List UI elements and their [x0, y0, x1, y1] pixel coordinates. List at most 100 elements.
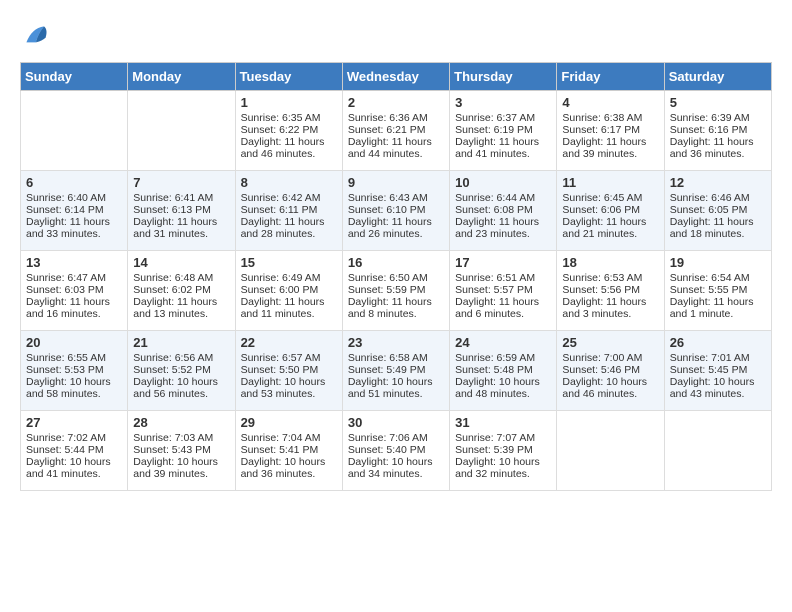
- calendar-cell: 5Sunrise: 6:39 AMSunset: 6:16 PMDaylight…: [664, 91, 771, 171]
- daylight-text: Daylight: 11 hours and 26 minutes.: [348, 216, 444, 240]
- calendar-cell: [128, 91, 235, 171]
- day-number: 17: [455, 255, 551, 270]
- sunrise-text: Sunrise: 6:35 AM: [241, 112, 337, 124]
- day-number: 19: [670, 255, 766, 270]
- sunrise-text: Sunrise: 6:42 AM: [241, 192, 337, 204]
- sunrise-text: Sunrise: 6:46 AM: [670, 192, 766, 204]
- day-number: 14: [133, 255, 229, 270]
- column-header-tuesday: Tuesday: [235, 63, 342, 91]
- header-row: SundayMondayTuesdayWednesdayThursdayFrid…: [21, 63, 772, 91]
- sunset-text: Sunset: 5:53 PM: [26, 364, 122, 376]
- sunrise-text: Sunrise: 6:51 AM: [455, 272, 551, 284]
- daylight-text: Daylight: 11 hours and 21 minutes.: [562, 216, 658, 240]
- logo: [20, 20, 56, 52]
- calendar-cell: 16Sunrise: 6:50 AMSunset: 5:59 PMDayligh…: [342, 251, 449, 331]
- page-header: [20, 20, 772, 52]
- sunset-text: Sunset: 6:02 PM: [133, 284, 229, 296]
- day-number: 9: [348, 175, 444, 190]
- sunrise-text: Sunrise: 6:59 AM: [455, 352, 551, 364]
- column-header-monday: Monday: [128, 63, 235, 91]
- day-number: 30: [348, 415, 444, 430]
- calendar-cell: 31Sunrise: 7:07 AMSunset: 5:39 PMDayligh…: [450, 411, 557, 491]
- calendar-cell: 3Sunrise: 6:37 AMSunset: 6:19 PMDaylight…: [450, 91, 557, 171]
- calendar-week-3: 13Sunrise: 6:47 AMSunset: 6:03 PMDayligh…: [21, 251, 772, 331]
- calendar-cell: 17Sunrise: 6:51 AMSunset: 5:57 PMDayligh…: [450, 251, 557, 331]
- daylight-text: Daylight: 11 hours and 39 minutes.: [562, 136, 658, 160]
- calendar-cell: [557, 411, 664, 491]
- daylight-text: Daylight: 11 hours and 3 minutes.: [562, 296, 658, 320]
- day-number: 24: [455, 335, 551, 350]
- day-number: 29: [241, 415, 337, 430]
- calendar-cell: 28Sunrise: 7:03 AMSunset: 5:43 PMDayligh…: [128, 411, 235, 491]
- calendar-cell: 14 Sunrise: 6:48 AMSunset: 6:02 PMDayligh…: [128, 251, 235, 331]
- daylight-text: Daylight: 11 hours and 33 minutes.: [26, 216, 122, 240]
- sunset-text: Sunset: 6:08 PM: [455, 204, 551, 216]
- daylight-text: Daylight: 11 hours and 46 minutes.: [241, 136, 337, 160]
- daylight-text: Daylight: 10 hours and 56 minutes.: [133, 376, 229, 400]
- day-number: 5: [670, 95, 766, 110]
- sunset-text: Sunset: 6:14 PM: [26, 204, 122, 216]
- sunset-text: Sunset: 6:05 PM: [670, 204, 766, 216]
- calendar-cell: 25Sunrise: 7:00 AMSunset: 5:46 PMDayligh…: [557, 331, 664, 411]
- column-header-thursday: Thursday: [450, 63, 557, 91]
- day-number: 25: [562, 335, 658, 350]
- daylight-text: Daylight: 11 hours and 28 minutes.: [241, 216, 337, 240]
- daylight-text: Daylight: 11 hours and 41 minutes.: [455, 136, 551, 160]
- day-number: 6: [26, 175, 122, 190]
- sunset-text: Sunset: 6:00 PM: [241, 284, 337, 296]
- calendar-cell: 18Sunrise: 6:53 AMSunset: 5:56 PMDayligh…: [557, 251, 664, 331]
- sunset-text: Sunset: 5:50 PM: [241, 364, 337, 376]
- calendar-cell: 1Sunrise: 6:35 AMSunset: 6:22 PMDaylight…: [235, 91, 342, 171]
- sunrise-text: Sunrise: 7:06 AM: [348, 432, 444, 444]
- calendar-cell: 23Sunrise: 6:58 AMSunset: 5:49 PMDayligh…: [342, 331, 449, 411]
- daylight-text: Daylight: 10 hours and 41 minutes.: [26, 456, 122, 480]
- calendar-cell: 7Sunrise: 6:41 AMSunset: 6:13 PMDaylight…: [128, 171, 235, 251]
- day-number: 21: [133, 335, 229, 350]
- sunset-text: Sunset: 5:56 PM: [562, 284, 658, 296]
- day-number: 28: [133, 415, 229, 430]
- column-header-saturday: Saturday: [664, 63, 771, 91]
- daylight-text: Daylight: 11 hours and 36 minutes.: [670, 136, 766, 160]
- calendar-cell: 13Sunrise: 6:47 AMSunset: 6:03 PMDayligh…: [21, 251, 128, 331]
- calendar-week-4: 20Sunrise: 6:55 AMSunset: 5:53 PMDayligh…: [21, 331, 772, 411]
- calendar-cell: 21Sunrise: 6:56 AMSunset: 5:52 PMDayligh…: [128, 331, 235, 411]
- sunrise-text: Sunrise: 6:39 AM: [670, 112, 766, 124]
- day-number: 1: [241, 95, 337, 110]
- sunrise-text: Sunrise: 6:43 AM: [348, 192, 444, 204]
- calendar-cell: 8Sunrise: 6:42 AMSunset: 6:11 PMDaylight…: [235, 171, 342, 251]
- sunset-text: Sunset: 5:49 PM: [348, 364, 444, 376]
- sunrise-text: Sunrise: 6:36 AM: [348, 112, 444, 124]
- day-number: 10: [455, 175, 551, 190]
- sunrise-text: Sunrise: 7:00 AM: [562, 352, 658, 364]
- sunrise-text: Sunrise: 7:04 AM: [241, 432, 337, 444]
- sunset-text: Sunset: 6:13 PM: [133, 204, 229, 216]
- sunset-text: Sunset: 5:40 PM: [348, 444, 444, 456]
- calendar-table: SundayMondayTuesdayWednesdayThursdayFrid…: [20, 62, 772, 491]
- sunrise-text: Sunrise: 6:55 AM: [26, 352, 122, 364]
- calendar-cell: 11Sunrise: 6:45 AMSunset: 6:06 PMDayligh…: [557, 171, 664, 251]
- sunrise-text: Sunrise: 6:40 AM: [26, 192, 122, 204]
- sunrise-text: Sunrise: 6:48 AM: [133, 272, 229, 284]
- daylight-text: Daylight: 11 hours and 1 minute.: [670, 296, 766, 320]
- daylight-text: Daylight: 11 hours and 13 minutes.: [133, 296, 229, 320]
- sunset-text: Sunset: 5:55 PM: [670, 284, 766, 296]
- calendar-cell: 12Sunrise: 6:46 AMSunset: 6:05 PMDayligh…: [664, 171, 771, 251]
- sunrise-text: Sunrise: 6:56 AM: [133, 352, 229, 364]
- calendar-cell: [664, 411, 771, 491]
- sunset-text: Sunset: 6:10 PM: [348, 204, 444, 216]
- sunset-text: Sunset: 5:44 PM: [26, 444, 122, 456]
- day-number: 4: [562, 95, 658, 110]
- column-header-friday: Friday: [557, 63, 664, 91]
- sunrise-text: Sunrise: 7:07 AM: [455, 432, 551, 444]
- daylight-text: Daylight: 11 hours and 16 minutes.: [26, 296, 122, 320]
- daylight-text: Daylight: 10 hours and 53 minutes.: [241, 376, 337, 400]
- calendar-week-2: 6Sunrise: 6:40 AMSunset: 6:14 PMDaylight…: [21, 171, 772, 251]
- calendar-cell: 27Sunrise: 7:02 AMSunset: 5:44 PMDayligh…: [21, 411, 128, 491]
- sunset-text: Sunset: 5:57 PM: [455, 284, 551, 296]
- calendar-cell: 19 Sunrise: 6:54 AMSunset: 5:55 PMDayligh…: [664, 251, 771, 331]
- day-number: 15: [241, 255, 337, 270]
- sunrise-text: Sunrise: 6:53 AM: [562, 272, 658, 284]
- day-number: 12: [670, 175, 766, 190]
- day-number: 31: [455, 415, 551, 430]
- sunrise-text: Sunrise: 6:54 AM: [670, 272, 766, 284]
